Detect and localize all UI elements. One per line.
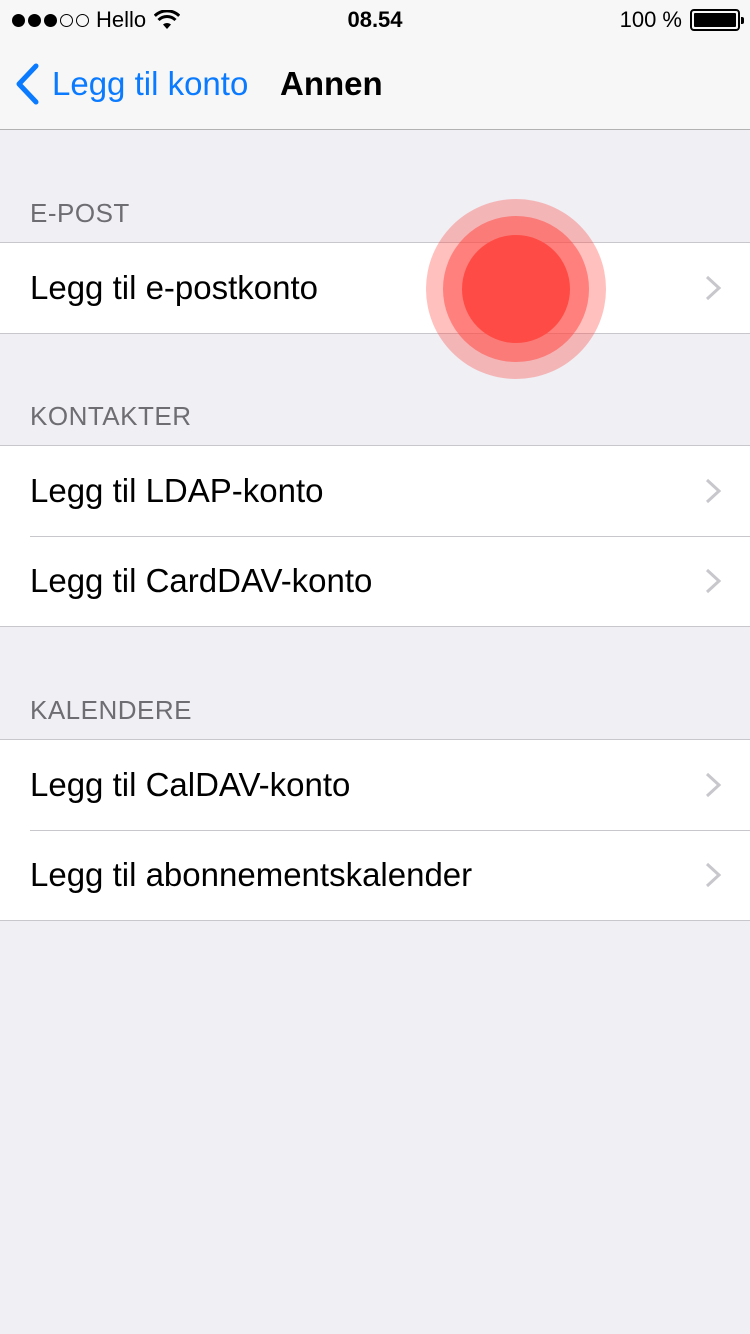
back-chevron-icon xyxy=(16,63,39,105)
navigation-bar: Legg til konto Annen xyxy=(0,40,750,130)
battery-status: 100 % xyxy=(619,7,744,33)
row-label: Legg til abonnementskalender xyxy=(30,856,473,893)
status-bar: Hello 08.54 100 % xyxy=(0,0,750,40)
row-label: Legg til CalDAV-konto xyxy=(30,766,351,803)
back-button[interactable]: Legg til konto xyxy=(14,62,248,106)
row-add-email-account[interactable]: Legg til e-postkonto xyxy=(0,243,750,333)
top-bar: Hello 08.54 100 % Legg til konto Annen xyxy=(0,0,750,130)
disclosure-chevron-icon xyxy=(705,275,722,301)
page-title: Annen xyxy=(280,65,383,102)
section-header-e-post: E-POST xyxy=(30,198,130,228)
group-kalendere: Legg til CalDAV-konto Legg til abonnemen… xyxy=(0,739,750,921)
back-button-label: Legg til konto xyxy=(52,65,249,102)
group-kontakter: Legg til LDAP-konto Legg til CardDAV-kon… xyxy=(0,445,750,627)
disclosure-chevron-icon xyxy=(705,862,722,888)
battery-icon xyxy=(690,9,744,31)
row-label: Legg til CardDAV-konto xyxy=(30,562,373,599)
row-label: Legg til e-postkonto xyxy=(30,269,319,306)
section-header-kontakter: KONTAKTER xyxy=(30,401,192,431)
battery-percent: 100 % xyxy=(619,7,682,32)
group-e-post: Legg til e-postkonto xyxy=(0,242,750,334)
row-add-caldav-account[interactable]: Legg til CalDAV-konto xyxy=(0,740,750,830)
row-add-carddav-account[interactable]: Legg til CardDAV-konto xyxy=(0,536,750,626)
disclosure-chevron-icon xyxy=(705,772,722,798)
screen: Hello 08.54 100 % Legg til konto Annen E… xyxy=(0,0,750,1334)
disclosure-chevron-icon xyxy=(705,478,722,504)
row-add-ldap-account[interactable]: Legg til LDAP-konto xyxy=(0,446,750,536)
row-add-subscribed-calendar[interactable]: Legg til abonnementskalender xyxy=(0,830,750,920)
section-header-kalendere: KALENDERE xyxy=(30,695,192,725)
row-label: Legg til LDAP-konto xyxy=(30,472,324,509)
disclosure-chevron-icon xyxy=(705,568,722,594)
